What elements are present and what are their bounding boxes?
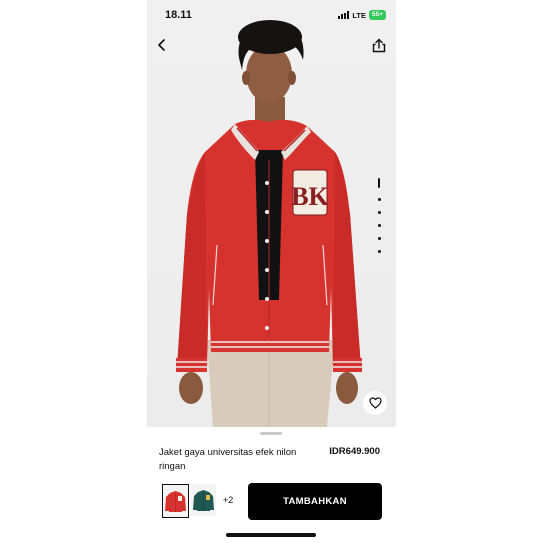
network-label: LTE bbox=[352, 10, 366, 20]
home-indicator bbox=[226, 533, 316, 537]
share-icon bbox=[372, 38, 386, 52]
product-photo: BK bbox=[176, 20, 362, 427]
product-title: Jaket gaya universitas efek nilon ringan bbox=[159, 447, 297, 472]
color-swatch-red[interactable] bbox=[162, 484, 189, 518]
status-time: 18.11 bbox=[165, 9, 192, 21]
product-image[interactable]: BK 18.11 LTE 55+ bbox=[147, 0, 396, 427]
sheet-drag-handle[interactable] bbox=[260, 432, 282, 435]
wishlist-button[interactable] bbox=[363, 391, 387, 415]
monogram-patch: BK bbox=[291, 182, 329, 211]
jacket-thumbnail bbox=[193, 490, 214, 511]
heart-icon bbox=[368, 397, 382, 409]
status-bar: 18.11 LTE 55+ bbox=[147, 0, 396, 30]
pagination-dot[interactable] bbox=[377, 224, 381, 227]
jacket-thumbnail bbox=[165, 491, 186, 512]
image-pagination[interactable] bbox=[376, 178, 382, 263]
back-button[interactable] bbox=[153, 36, 171, 54]
add-to-cart-button[interactable]: TAMBAHKAN bbox=[248, 483, 382, 520]
pagination-dot[interactable] bbox=[377, 211, 381, 214]
more-colors-count[interactable]: +2 bbox=[223, 495, 233, 505]
product-price: IDR649.900 bbox=[329, 446, 380, 457]
pagination-dot-active[interactable] bbox=[378, 178, 380, 188]
color-swatch-green[interactable] bbox=[191, 484, 216, 516]
phone-screen: BK 18.11 LTE 55+ Jaket gaya universitas … bbox=[147, 0, 396, 543]
signal-icon bbox=[338, 11, 350, 19]
status-indicators: LTE 55+ bbox=[338, 10, 386, 20]
battery-icon: 55+ bbox=[368, 10, 386, 20]
chevron-left-icon bbox=[158, 39, 165, 51]
pagination-dot[interactable] bbox=[377, 250, 381, 253]
pagination-dot[interactable] bbox=[377, 198, 381, 201]
share-button[interactable] bbox=[370, 36, 388, 54]
pagination-dot[interactable] bbox=[377, 237, 381, 240]
